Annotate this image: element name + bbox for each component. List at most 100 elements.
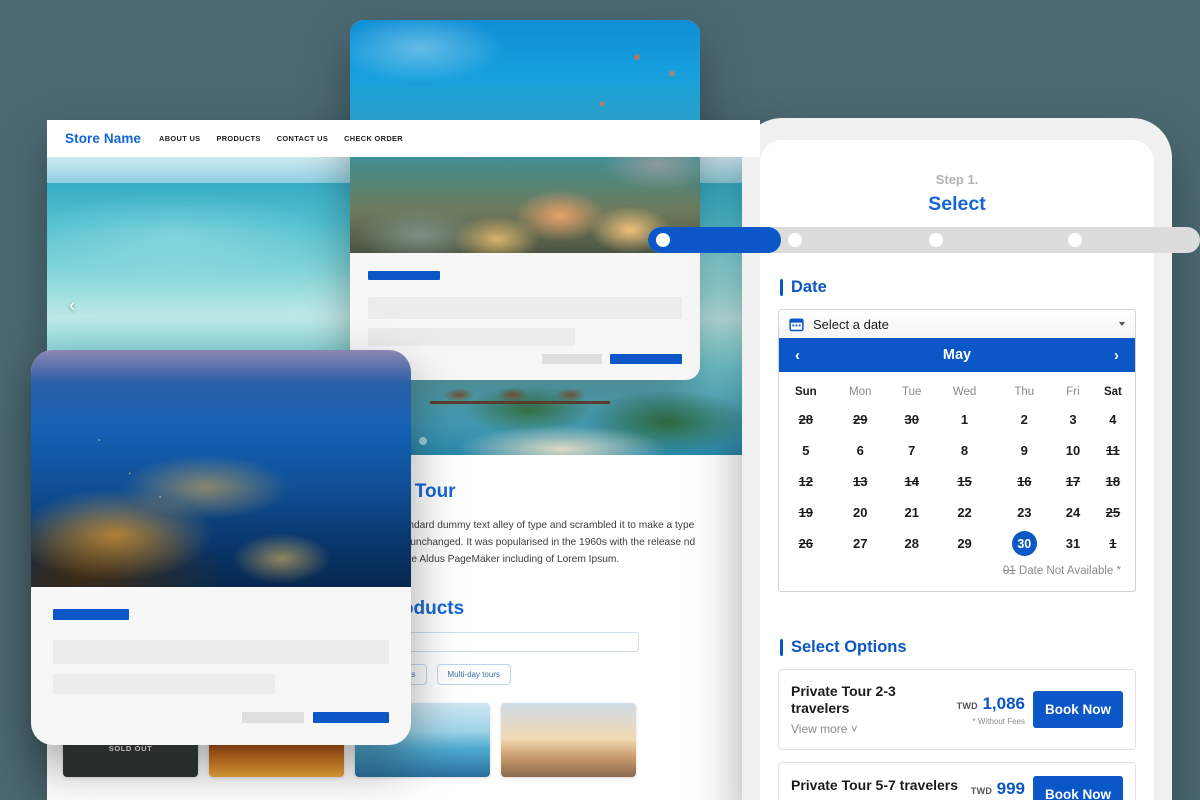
coral-card-secondary-button[interactable] (542, 354, 602, 364)
calendar-day-26: 26 (798, 536, 814, 551)
monaco-card-secondary-button[interactable] (242, 712, 304, 723)
step-title: Select (928, 193, 986, 215)
calendar-week-row: 5 6 7 8 9 10 11 (779, 435, 1135, 466)
chevron-down-icon[interactable] (1119, 322, 1125, 326)
calendar-day-28[interactable]: 28 (888, 528, 936, 559)
store-logo[interactable]: Store Name (65, 131, 141, 146)
options-section-title: Select Options (791, 638, 907, 656)
options-section-header: Select Options (780, 638, 1154, 657)
monaco-card-body (31, 587, 411, 745)
monaco-card-line-1-placeholder (53, 640, 389, 664)
carousel-dot-3[interactable] (418, 437, 427, 445)
step-dot-1[interactable] (656, 233, 670, 247)
coral-card-primary-button[interactable] (610, 354, 682, 364)
date-picker-field[interactable]: Select a date (778, 309, 1136, 338)
product-card-beach[interactable] (501, 703, 636, 777)
calendar-day-7[interactable]: 7 (888, 435, 936, 466)
mockup-stage: Store Name ABOUT US PRODUCTS CONTACT US … (0, 0, 1200, 800)
calendar-day-14: 14 (904, 474, 919, 489)
calendar-day-24[interactable]: 24 (1055, 497, 1091, 528)
website-navbar: Store Name ABOUT US PRODUCTS CONTACT US … (47, 120, 760, 157)
weekday-sun: Sun (794, 386, 817, 398)
date-picker: Select a date ‹ May › Sun Mon Tue Wed Th… (778, 309, 1136, 592)
option-2-info: Private Tour 5-7 travelers View more ˅ (791, 777, 963, 800)
coral-card-title-placeholder (368, 271, 440, 280)
option-2-book-now-button[interactable]: Book Now (1033, 776, 1123, 800)
phone-mockup: Step 1. Select Date Select a date ‹ May … (742, 118, 1172, 800)
calendar-grid: Sun Mon Tue Wed Thu Fri Sat 28 29 30 1 2 3 4 5 6… (779, 372, 1135, 559)
monaco-card-primary-button[interactable] (313, 712, 389, 723)
nav-item-check-order[interactable]: CHECK ORDER (344, 134, 403, 143)
calendar-day-2[interactable]: 2 (993, 404, 1055, 435)
calendar-day-17: 17 (1065, 474, 1081, 489)
option-1-name: Private Tour 2-3 travelers (791, 683, 896, 716)
calendar-day-23[interactable]: 23 (993, 497, 1055, 528)
calendar-header: ‹ May › (779, 338, 1135, 372)
calendar-day-21[interactable]: 21 (888, 497, 936, 528)
floating-card-coral-reef[interactable] (350, 20, 700, 380)
calendar-popup: ‹ May › Sun Mon Tue Wed Thu Fri Sat 28 2… (778, 338, 1136, 592)
weekday-fri: Fri (1066, 386, 1080, 398)
option-2-price-block: TWD 999 * Without Fees (971, 779, 1025, 800)
calendar-day-13: 13 (852, 474, 868, 489)
calendar-day-27[interactable]: 27 (833, 528, 888, 559)
option-2-currency: TWD (970, 785, 993, 796)
option-card-2[interactable]: Private Tour 5-7 travelers View more ˅ T… (778, 762, 1136, 800)
calendar-day-1[interactable]: 1 (936, 404, 994, 435)
step-dot-3[interactable] (929, 233, 943, 247)
option-1-view-more[interactable]: View more ˅ (791, 722, 949, 736)
option-card-1[interactable]: Private Tour 2-3 travelers View more ˅ T… (778, 669, 1136, 750)
option-1-info: Private Tour 2-3 travelers View more ˅ (791, 683, 949, 736)
calendar-day-31[interactable]: 31 (1055, 528, 1091, 559)
coral-card-line-2-placeholder (368, 328, 576, 346)
floating-card-monaco[interactable] (31, 350, 411, 745)
nav-item-products[interactable]: PRODUCTS (216, 134, 260, 143)
step-dot-4[interactable] (1068, 233, 1082, 247)
calendar-day-6[interactable]: 6 (833, 435, 888, 466)
option-2-name: Private Tour 5-7 travelers (791, 776, 959, 793)
step-progress-bar[interactable] (648, 227, 1200, 253)
calendar-day-5: 5 (802, 443, 810, 458)
calendar-month-label: May (942, 347, 972, 363)
calendar-day-25: 25 (1105, 505, 1121, 520)
option-1-book-now-button[interactable]: Book Now (1033, 691, 1123, 728)
weekday-sat: Sat (1103, 386, 1122, 398)
chip-multi-day-tours[interactable]: Multi-day tours (436, 664, 511, 685)
calendar-day-22[interactable]: 22 (936, 497, 994, 528)
weekday-tue: Tue (902, 386, 922, 398)
calendar-week-row: 12 13 14 15 16 17 18 (779, 466, 1135, 497)
calendar-day-8[interactable]: 8 (936, 435, 994, 466)
nav-item-about-us[interactable]: ABOUT US (159, 134, 200, 143)
calendar-prev-month-icon[interactable]: ‹ (795, 348, 800, 363)
calendar-day-9[interactable]: 9 (993, 435, 1055, 466)
calendar-day-30[interactable]: 30 (993, 528, 1055, 559)
calendar-day-29[interactable]: 29 (936, 528, 994, 559)
calendar-day-3[interactable]: 3 (1055, 404, 1091, 435)
calendar-day-20[interactable]: 20 (833, 497, 888, 528)
monaco-card-title-placeholder (53, 609, 129, 620)
option-1-fee-note: * Without Fees (972, 716, 1025, 726)
calendar-day-30: 30 (904, 412, 919, 427)
calendar-selected-day[interactable]: 30 (1011, 531, 1037, 556)
calendar-legend-strike: 01 (1002, 565, 1016, 577)
step-dot-2[interactable] (788, 233, 802, 247)
website-nav-links: ABOUT US PRODUCTS CONTACT US CHECK ORDER (159, 134, 403, 143)
monaco-card-line-2-placeholder (53, 674, 275, 694)
option-1-price: 1,086 (982, 693, 1025, 713)
calendar-week-row: 28 29 30 1 2 3 4 (779, 404, 1135, 435)
calendar-next-month-icon[interactable]: › (1114, 348, 1119, 363)
monaco-card-actions (242, 712, 389, 723)
calendar-legend: 01 Date Not Available * (779, 559, 1135, 591)
options-section-accent-bar (780, 639, 783, 656)
option-2-price: 999 (996, 778, 1025, 798)
calendar-body: 28 29 30 1 2 3 4 5 6 7 8 9 10 11 12 13 14 15 16 17 18 19 20 21 2… (779, 404, 1135, 559)
calendar-legend-text: Date Not Available * (1018, 565, 1121, 577)
calendar-day-10[interactable]: 10 (1055, 435, 1091, 466)
nav-item-contact-us[interactable]: CONTACT US (277, 134, 328, 143)
calendar-day-19: 19 (798, 505, 814, 520)
weekday-wed: Wed (952, 386, 977, 398)
carousel-prev-icon[interactable]: ‹ (69, 297, 75, 316)
date-picker-value: Select a date (813, 316, 889, 332)
date-section-accent-bar (780, 279, 783, 296)
option-1-currency: TWD (956, 700, 978, 711)
